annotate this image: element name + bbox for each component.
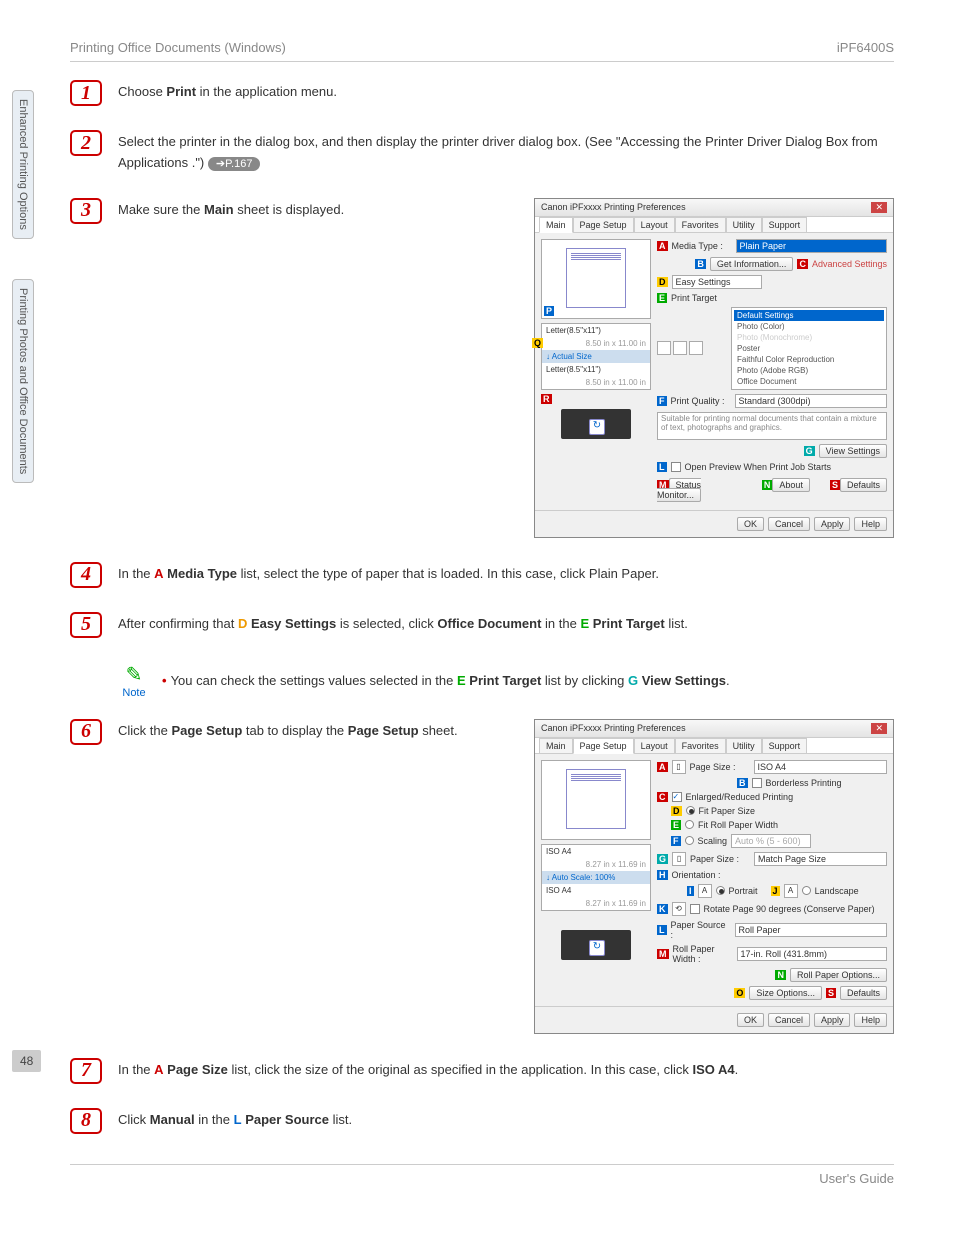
paper-size-select[interactable]: Match Page Size [754, 852, 887, 866]
open-preview-checkbox[interactable] [671, 462, 681, 472]
scaling-input[interactable]: Auto % (5 - 600) [731, 834, 811, 848]
tab-utility[interactable]: Utility [726, 738, 762, 753]
enlarged-checkbox[interactable] [672, 792, 682, 802]
sidebar: Enhanced Printing Options Printing Photo… [12, 90, 34, 483]
paper-source-select[interactable]: Roll Paper [735, 923, 888, 937]
step-7-text: In the A Page Size list, click the size … [118, 1058, 894, 1081]
preview-pane [541, 760, 651, 840]
landscape-radio[interactable] [802, 886, 811, 895]
sidebar-tab-1[interactable]: Enhanced Printing Options [12, 90, 34, 239]
close-icon[interactable]: ✕ [871, 723, 887, 734]
rotate-checkbox[interactable] [690, 904, 700, 914]
step-5-badge: 5 [70, 612, 102, 638]
step-8-text: Click Manual in the L Paper Source list. [118, 1108, 894, 1131]
print-quality-select[interactable]: Standard (300dpi) [735, 394, 888, 408]
footer-label: User's Guide [70, 1164, 894, 1186]
step-4-text: In the A Media Type list, select the typ… [118, 562, 894, 585]
tab-favorites[interactable]: Favorites [675, 738, 726, 753]
tab-support[interactable]: Support [762, 738, 808, 753]
size-options-button[interactable]: Size Options... [749, 986, 822, 1000]
step-5-text: After confirming that D Easy Settings is… [118, 612, 894, 635]
roll-options-button[interactable]: Roll Paper Options... [790, 968, 887, 982]
apply-button[interactable]: Apply [814, 517, 851, 531]
defaults-button[interactable]: Defaults [840, 986, 887, 1000]
printer-icon [541, 915, 651, 975]
step-4-badge: 4 [70, 562, 102, 588]
ok-button[interactable]: OK [737, 1013, 764, 1027]
close-icon[interactable]: ✕ [871, 202, 887, 213]
advanced-settings-link[interactable]: Advanced Settings [812, 259, 887, 269]
help-button[interactable]: Help [854, 1013, 887, 1027]
page-number: 48 [12, 1050, 41, 1072]
portrait-radio[interactable] [716, 886, 725, 895]
dialog-page-setup-sheet: Canon iPFxxxx Printing Preferences ✕ Main… [534, 719, 894, 1034]
tab-layout[interactable]: Layout [634, 217, 675, 232]
step-7-badge: 7 [70, 1058, 102, 1084]
cancel-button[interactable]: Cancel [768, 517, 810, 531]
note-block: ✎Note •You can check the settings values… [118, 662, 894, 699]
step-6-text: Click the Page Setup tab to display the … [118, 719, 514, 1034]
target-thumbnails [657, 341, 703, 355]
dialog2-title: Canon iPFxxxx Printing Preferences [541, 723, 686, 733]
borderless-checkbox[interactable] [752, 778, 762, 788]
breadcrumb: Printing Office Documents (Windows) [70, 40, 286, 55]
step-2-text: Select the printer in the dialog box, an… [118, 130, 894, 174]
media-type-select[interactable]: Plain Paper [736, 239, 888, 253]
step-3-text: Make sure the Main sheet is displayed. [118, 198, 514, 538]
sidebar-tab-2[interactable]: Printing Photos and Office Documents [12, 279, 34, 483]
apply-button[interactable]: Apply [814, 1013, 851, 1027]
page-link-167[interactable]: ➔P.167 [208, 157, 261, 171]
about-button[interactable]: About [772, 478, 810, 492]
ok-button[interactable]: OK [737, 517, 764, 531]
view-settings-button[interactable]: View Settings [819, 444, 887, 458]
pencil-icon: ✎ [126, 664, 143, 686]
tab-favorites[interactable]: Favorites [675, 217, 726, 232]
help-button[interactable]: Help [854, 517, 887, 531]
roll-width-select[interactable]: 17-in. Roll (431.8mm) [737, 947, 888, 961]
tab-main[interactable]: Main [539, 217, 573, 233]
fit-roll-radio[interactable] [685, 820, 694, 829]
model-label: iPF6400S [837, 40, 894, 55]
description-box: Suitable for printing normal documents t… [657, 412, 887, 440]
printer-icon: R [541, 394, 651, 454]
step-1-text: Choose Print in the application menu. [118, 80, 894, 103]
get-information-button[interactable]: Get Information... [710, 257, 794, 271]
dialog-main-sheet: Canon iPFxxxx Printing Preferences ✕ Main… [534, 198, 894, 538]
tab-page-setup[interactable]: Page Setup [573, 217, 634, 232]
tab-support[interactable]: Support [762, 217, 808, 232]
dialog1-title: Canon iPFxxxx Printing Preferences [541, 202, 686, 212]
tab-main[interactable]: Main [539, 738, 573, 753]
fit-paper-radio[interactable] [686, 806, 695, 815]
easy-settings-select[interactable]: Easy Settings [672, 275, 762, 289]
cancel-button[interactable]: Cancel [768, 1013, 810, 1027]
step-2-badge: 2 [70, 130, 102, 156]
step-8-badge: 8 [70, 1108, 102, 1134]
step-1-badge: 1 [70, 80, 102, 106]
defaults-button[interactable]: Defaults [840, 478, 887, 492]
page-size-select[interactable]: ISO A4 [754, 760, 888, 774]
print-target-list[interactable]: Default Settings Photo (Color) Photo (Mo… [731, 307, 887, 390]
tab-layout[interactable]: Layout [634, 738, 675, 753]
step-3-badge: 3 [70, 198, 102, 224]
step-6-badge: 6 [70, 719, 102, 745]
preview-pane: P [541, 239, 651, 319]
tab-page-setup[interactable]: Page Setup [573, 738, 634, 754]
tab-utility[interactable]: Utility [726, 217, 762, 232]
scaling-radio[interactable] [685, 836, 694, 845]
